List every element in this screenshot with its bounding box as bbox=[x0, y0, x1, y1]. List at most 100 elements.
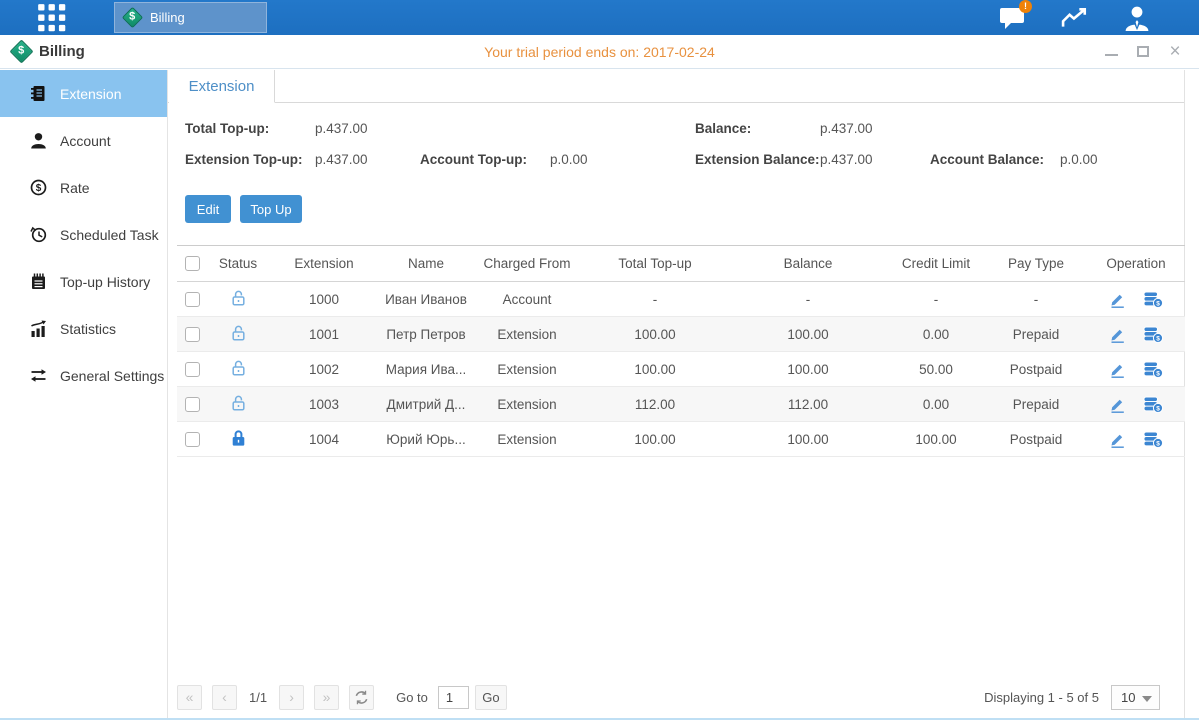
extension-table-body: 1000 Иван Иванов Account - - - - bbox=[177, 282, 1185, 457]
account-topup-value: p.0.00 bbox=[550, 152, 588, 167]
sidebar-item-extension[interactable]: Extension bbox=[0, 70, 167, 117]
row-checkbox[interactable] bbox=[185, 397, 200, 412]
user-icon[interactable] bbox=[1120, 5, 1154, 31]
sidebar-item-statistics[interactable]: Statistics bbox=[0, 305, 167, 352]
edit-button[interactable]: Edit bbox=[185, 195, 231, 223]
total-topup-cell: 112.00 bbox=[581, 387, 729, 422]
name-cell: Петр Петров bbox=[379, 317, 473, 352]
pay-type-cell: Prepaid bbox=[985, 387, 1087, 422]
tab-extension[interactable]: Extension bbox=[169, 70, 275, 103]
charged-from-cell: Extension bbox=[473, 422, 581, 457]
balance-cell: 100.00 bbox=[729, 317, 887, 352]
pay-type-cell: Postpaid bbox=[985, 422, 1087, 457]
sidebar-item-scheduled-task[interactable]: Scheduled Task bbox=[0, 211, 167, 258]
total-topup-cell: - bbox=[581, 282, 729, 317]
extension-cell: 1003 bbox=[269, 387, 379, 422]
sidebar-item-label: Scheduled Task bbox=[60, 227, 159, 243]
extension-topup-label: Extension Top-up: bbox=[185, 152, 303, 167]
sidebar-item-topup-history[interactable]: Top-up History bbox=[0, 258, 167, 305]
pay-type-cell: Prepaid bbox=[985, 317, 1087, 352]
total-topup-cell: 100.00 bbox=[581, 352, 729, 387]
name-cell: Юрий Юрь... bbox=[379, 422, 473, 457]
edit-row-icon[interactable] bbox=[1109, 326, 1126, 343]
row-checkbox[interactable] bbox=[185, 362, 200, 377]
maximize-button[interactable] bbox=[1135, 44, 1151, 60]
balance-cell: 100.00 bbox=[729, 352, 887, 387]
account-topup-label: Account Top-up: bbox=[420, 152, 527, 167]
topup-row-icon[interactable]: $ bbox=[1143, 431, 1163, 448]
sidebar-item-general-settings[interactable]: General Settings bbox=[0, 352, 167, 399]
extension-balance-label: Extension Balance: bbox=[695, 152, 820, 167]
extension-table: Status Extension Name Charged From Total… bbox=[177, 245, 1185, 457]
balance-cell: 100.00 bbox=[729, 422, 887, 457]
window-title: Billing bbox=[39, 43, 85, 60]
sidebar-item-label: Rate bbox=[60, 180, 90, 196]
account-balance-label: Account Balance: bbox=[930, 152, 1044, 167]
lock-status-icon[interactable] bbox=[230, 359, 247, 377]
svg-text:$: $ bbox=[36, 183, 42, 194]
goto-label: Go to bbox=[396, 690, 428, 705]
sidebar-item-label: Statistics bbox=[60, 321, 116, 337]
page-size-select[interactable]: 10 bbox=[1111, 685, 1160, 710]
table-row: 1002 Мария Ива... Extension 100.00 100.0… bbox=[177, 352, 1185, 387]
minimize-button[interactable] bbox=[1103, 44, 1119, 60]
lock-status-icon[interactable] bbox=[230, 429, 247, 447]
edit-row-icon[interactable] bbox=[1109, 291, 1126, 308]
edit-row-icon[interactable] bbox=[1109, 361, 1126, 378]
pay-type-cell: - bbox=[985, 282, 1087, 317]
pagination-bar: « ‹ 1/1 › » Go to Go Displaying 1 - 5 of… bbox=[177, 684, 1185, 710]
first-page-button[interactable]: « bbox=[177, 685, 202, 710]
col-operation: Operation bbox=[1087, 246, 1185, 282]
apps-grid-icon[interactable] bbox=[30, 0, 74, 35]
top-up-button[interactable]: Top Up bbox=[240, 195, 302, 223]
extension-topup-value: p.437.00 bbox=[315, 152, 368, 167]
row-checkbox[interactable] bbox=[185, 327, 200, 342]
sidebar-item-rate[interactable]: $ Rate bbox=[0, 164, 167, 211]
last-page-button[interactable]: » bbox=[314, 685, 339, 710]
sidebar-item-label: General Settings bbox=[60, 368, 164, 384]
main-content: Extension Total Top-up: p.437.00 Balance… bbox=[168, 70, 1185, 718]
topup-row-icon[interactable]: $ bbox=[1143, 326, 1163, 343]
row-checkbox[interactable] bbox=[185, 432, 200, 447]
tab-strip: Extension bbox=[168, 70, 1184, 103]
topup-row-icon[interactable]: $ bbox=[1143, 291, 1163, 308]
svg-text:$: $ bbox=[1157, 335, 1161, 342]
lock-status-icon[interactable] bbox=[230, 394, 247, 412]
trial-notice: Your trial period ends on: 2017-02-24 bbox=[0, 44, 1199, 60]
window-title-bar: $ Billing Your trial period ends on: 201… bbox=[0, 35, 1199, 69]
row-checkbox[interactable] bbox=[185, 292, 200, 307]
col-total-topup: Total Top-up bbox=[581, 246, 729, 282]
charged-from-cell: Account bbox=[473, 282, 581, 317]
goto-page-input[interactable] bbox=[438, 686, 469, 709]
name-cell: Мария Ива... bbox=[379, 352, 473, 387]
displaying-text: Displaying 1 - 5 of 5 bbox=[984, 690, 1099, 705]
billing-diamond-icon: $ bbox=[122, 7, 143, 28]
lock-status-icon[interactable] bbox=[230, 324, 247, 342]
next-page-button[interactable]: › bbox=[279, 685, 304, 710]
col-extension: Extension bbox=[269, 246, 379, 282]
pay-type-cell: Postpaid bbox=[985, 352, 1087, 387]
name-cell: Дмитрий Д... bbox=[379, 387, 473, 422]
svg-text:$: $ bbox=[1157, 370, 1161, 377]
billing-app-tab[interactable]: $ Billing bbox=[114, 2, 267, 33]
messages-icon[interactable]: ! bbox=[996, 5, 1030, 31]
lock-status-icon[interactable] bbox=[230, 289, 247, 307]
sidebar-item-account[interactable]: Account bbox=[0, 117, 167, 164]
balance-cell: - bbox=[729, 282, 887, 317]
close-button[interactable]: × bbox=[1167, 44, 1183, 60]
col-name: Name bbox=[379, 246, 473, 282]
extension-cell: 1002 bbox=[269, 352, 379, 387]
go-button[interactable]: Go bbox=[475, 685, 507, 710]
prev-page-button[interactable]: ‹ bbox=[212, 685, 237, 710]
select-all-checkbox[interactable] bbox=[185, 256, 200, 271]
extension-cell: 1000 bbox=[269, 282, 379, 317]
svg-text:$: $ bbox=[1157, 405, 1161, 412]
topup-row-icon[interactable]: $ bbox=[1143, 361, 1163, 378]
edit-row-icon[interactable] bbox=[1109, 431, 1126, 448]
edit-row-icon[interactable] bbox=[1109, 396, 1126, 413]
statistics-chart-icon[interactable] bbox=[1058, 5, 1092, 31]
topup-row-icon[interactable]: $ bbox=[1143, 396, 1163, 413]
credit-limit-cell: 0.00 bbox=[887, 387, 985, 422]
refresh-button[interactable] bbox=[349, 685, 374, 710]
svg-text:$: $ bbox=[1157, 440, 1161, 447]
